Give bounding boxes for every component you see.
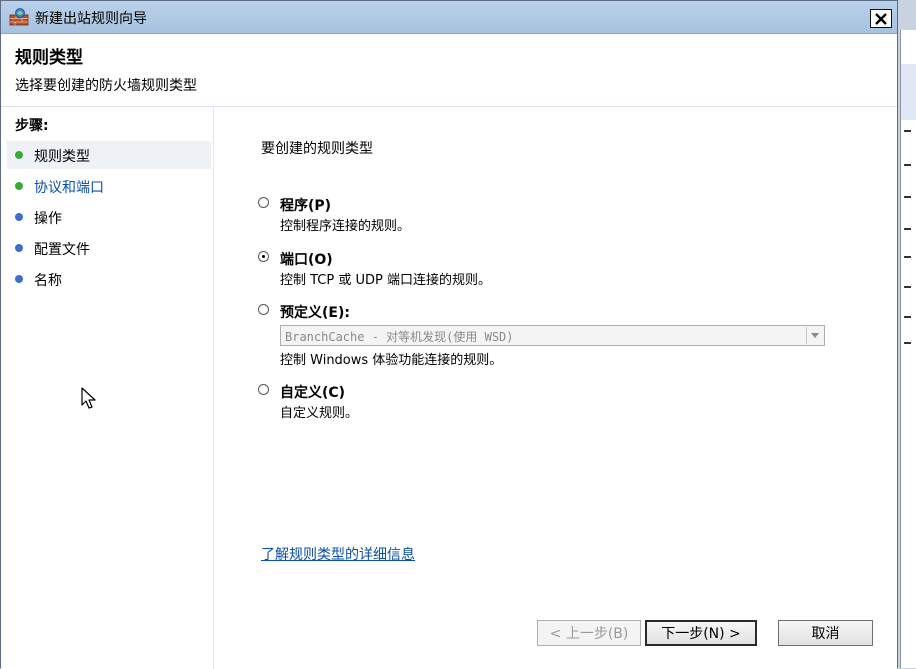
background-window-text bbox=[904, 196, 911, 198]
cancel-button[interactable]: 取消 bbox=[778, 620, 873, 646]
page-title: 规则类型 bbox=[15, 48, 83, 68]
close-icon bbox=[875, 12, 887, 25]
page-subtitle: 选择要创建的防火墙规则类型 bbox=[15, 78, 197, 94]
step-status-icon bbox=[15, 182, 23, 190]
step-status-icon bbox=[15, 244, 23, 252]
step-label: 名称 bbox=[34, 273, 62, 289]
step-label: 协议和端口 bbox=[34, 180, 104, 196]
option-description: 自定义规则。 bbox=[280, 406, 359, 421]
background-window bbox=[900, 30, 916, 668]
background-window-text bbox=[904, 342, 911, 344]
predefined-select-value: BranchCache - 对等机发现(使用 WSD) bbox=[285, 330, 514, 344]
background-window-text bbox=[904, 130, 911, 132]
option-description: 控制 TCP 或 UDP 端口连接的规则。 bbox=[280, 273, 491, 288]
radio-program[interactable] bbox=[258, 197, 269, 208]
firewall-wall-icon bbox=[9, 8, 29, 26]
step-label: 配置文件 bbox=[34, 242, 90, 258]
chevron-down-icon[interactable] bbox=[806, 327, 823, 344]
wizard-content: 要创建的规则类型 程序(P) 控制程序连接的规则。 端口(O) 控制 TCP 或… bbox=[214, 107, 897, 669]
predefined-rule-select[interactable]: BranchCache - 对等机发现(使用 WSD) bbox=[280, 325, 825, 346]
step-status-icon bbox=[15, 151, 23, 159]
radio-port[interactable] bbox=[258, 251, 269, 262]
step-item-protocol-ports[interactable]: 协议和端口 bbox=[7, 172, 211, 200]
step-status-icon bbox=[15, 213, 23, 221]
wizard-dialog: 新建出站规则向导 规则类型 选择要创建的防火墙规则类型 步骤: 规则类型 协议和… bbox=[0, 0, 898, 669]
window-title: 新建出站规则向导 bbox=[35, 11, 147, 27]
back-button[interactable]: < 上一步(B) bbox=[537, 620, 641, 646]
step-item-rule-type[interactable]: 规则类型 bbox=[7, 141, 211, 169]
steps-sidebar: 步骤: 规则类型 协议和端口 操作 配置文件 名称 bbox=[1, 107, 214, 669]
rule-type-help-link[interactable]: 了解规则类型的详细信息 bbox=[261, 544, 415, 564]
close-button[interactable] bbox=[870, 9, 892, 28]
background-window-text bbox=[904, 286, 911, 288]
step-item-profile[interactable]: 配置文件 bbox=[7, 234, 211, 262]
radio-predefined[interactable] bbox=[258, 304, 269, 315]
option-label: 程序(P) bbox=[280, 198, 332, 214]
steps-heading: 步骤: bbox=[15, 118, 49, 134]
option-label: 预定义(E): bbox=[280, 305, 350, 321]
rule-type-prompt: 要创建的规则类型 bbox=[261, 141, 373, 157]
option-label: 端口(O) bbox=[280, 252, 333, 268]
option-description: 控制程序连接的规则。 bbox=[280, 219, 411, 234]
background-window-text bbox=[904, 256, 911, 258]
step-status-icon bbox=[15, 275, 23, 283]
background-window-text bbox=[904, 164, 911, 166]
step-item-action[interactable]: 操作 bbox=[7, 203, 211, 231]
step-label: 操作 bbox=[34, 211, 62, 227]
option-label: 自定义(C) bbox=[280, 385, 346, 401]
step-item-name[interactable]: 名称 bbox=[7, 265, 211, 293]
option-description: 控制 Windows 体验功能连接的规则。 bbox=[280, 353, 503, 368]
radio-custom[interactable] bbox=[258, 384, 269, 395]
next-button[interactable]: 下一步(N) > bbox=[645, 620, 757, 646]
background-window-text bbox=[904, 228, 911, 230]
title-bar[interactable]: 新建出站规则向导 bbox=[1, 1, 897, 34]
wizard-header: 规则类型 选择要创建的防火墙规则类型 bbox=[1, 34, 897, 106]
background-window-text bbox=[904, 316, 911, 318]
mouse-pointer-icon bbox=[81, 387, 96, 409]
step-label: 规则类型 bbox=[34, 149, 90, 165]
background-window-header bbox=[901, 64, 916, 120]
